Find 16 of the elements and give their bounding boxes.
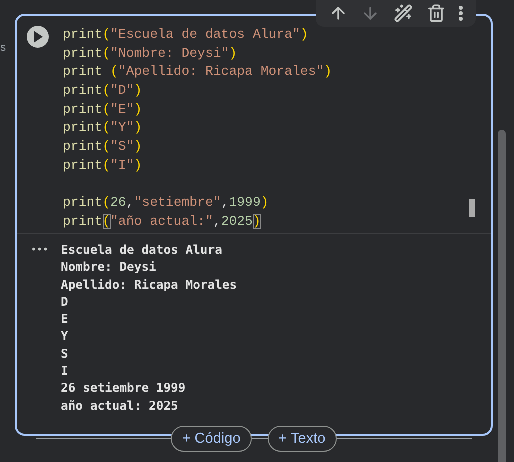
text-cursor (469, 199, 475, 217)
execution-time: s (0, 43, 7, 55)
code-editor[interactable]: print("Escuela de datos Alura") print("Nombre: Deysi") print ("Apellido: Ricapa Morales") print("D") print("E") print("Y") print("S") print("I") print(26,"setiembre",1999) print("año actual:",2025) (63, 26, 332, 233)
trash-button[interactable] (426, 4, 446, 23)
run-button[interactable] (27, 26, 49, 48)
more-button[interactable] (459, 6, 464, 21)
trash-icon (426, 4, 446, 23)
output-menu-icon[interactable]: ••• (31, 242, 61, 415)
cell-output: Escuela de datos Alura Nombre: Deysi Apellido: Ricapa Morales D E Y S I 26 setiembre 1999 año actual: 2025 (61, 242, 238, 415)
play-icon (33, 31, 43, 43)
magic-wand-button[interactable] (394, 4, 413, 23)
scrollbar[interactable] (498, 130, 506, 462)
magic-wand-icon (394, 4, 413, 23)
more-icon (459, 6, 464, 21)
add-cell-button[interactable]: + Código (171, 426, 252, 452)
add-cell-button[interactable]: + Texto (268, 426, 337, 452)
